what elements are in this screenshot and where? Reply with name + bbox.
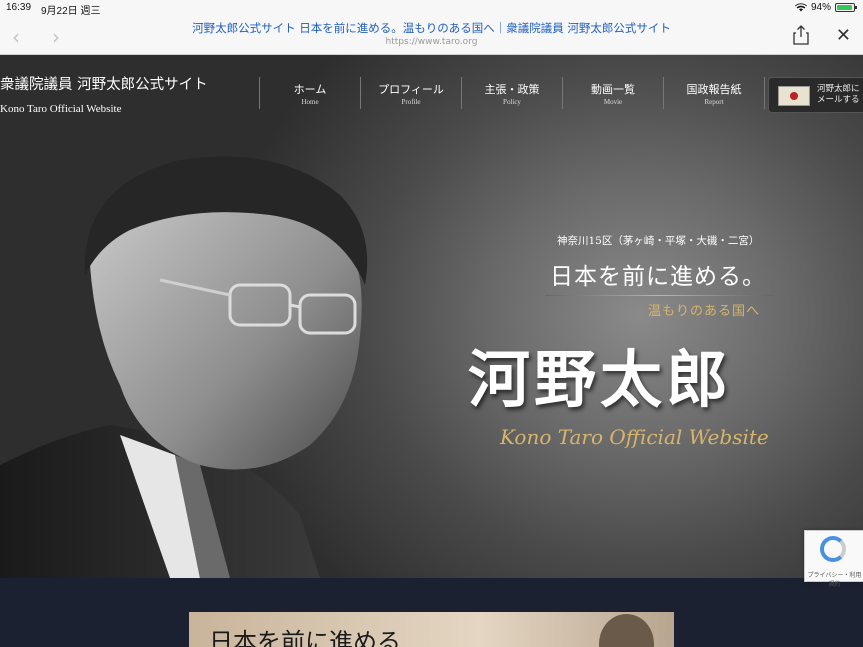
nav-report[interactable]: 国政報告紙 Report xyxy=(663,77,765,109)
banner-photo xyxy=(599,614,654,647)
close-icon[interactable]: ✕ xyxy=(836,25,851,46)
site-title[interactable]: 衆議院議員 河野太郎公式サイト xyxy=(0,73,208,94)
recaptcha-icon xyxy=(820,536,846,562)
main-nav: ホーム Home プロフィール Profile 主張・政策 Policy 動画一覧 Mo… xyxy=(259,77,765,109)
nav-sublabel: Home xyxy=(301,98,319,106)
nav-label: 動画一覧 xyxy=(591,83,635,96)
status-bar: 16:39 9月22日 週三 94% xyxy=(0,0,863,17)
hero-subslogan: 温もりのある国へ xyxy=(648,304,761,319)
website: 衆議院議員 河野太郎公式サイト Kono Taro Official Websi… xyxy=(0,55,863,647)
battery-level xyxy=(837,5,853,10)
nav-sublabel: Policy xyxy=(503,98,521,106)
slogan-banner[interactable]: 日本を前に進める xyxy=(189,612,674,647)
site-subtitle: Kono Taro Official Website xyxy=(0,103,122,115)
wifi-icon xyxy=(794,3,807,12)
nav-sublabel: Profile xyxy=(401,98,421,106)
nav-policy[interactable]: 主張・政策 Policy xyxy=(461,77,562,109)
nav-profile[interactable]: プロフィール Profile xyxy=(360,77,461,109)
recaptcha-label[interactable]: プライバシー・利用規約 xyxy=(805,570,863,588)
gold-divider xyxy=(545,295,773,296)
nav-home[interactable]: ホーム Home xyxy=(259,77,360,109)
battery-icon xyxy=(835,3,857,12)
browser-bar: ‹ › 河野太郎公式サイト 日本を前に進める。温もりのある国へ｜衆議院議員 河野… xyxy=(0,17,863,55)
nav-sublabel: Report xyxy=(704,98,724,106)
hero-slogan: 日本を前に進める。 xyxy=(550,264,766,290)
nav-label: 主張・政策 xyxy=(484,83,540,96)
nav-label: 国政報告紙 xyxy=(686,83,742,96)
status-time: 16:39 xyxy=(6,2,32,13)
hero-district: 神奈川15区（茅ヶ崎・平塚・大磯・二宮） xyxy=(557,235,760,247)
hero-english-title: Kono Taro Official Website xyxy=(500,425,769,449)
mail-button-label: 河野太郎に メールする xyxy=(817,84,860,105)
portrait-image xyxy=(0,156,368,578)
banner-text: 日本を前に進める xyxy=(209,628,401,647)
hero: 衆議院議員 河野太郎公式サイト Kono Taro Official Websi… xyxy=(0,55,863,578)
content-section: 日本を前に進める xyxy=(0,578,863,647)
share-icon[interactable] xyxy=(793,25,809,45)
page-url: https://www.taro.org xyxy=(385,37,478,47)
status-date: 9月22日 週三 xyxy=(41,6,101,17)
nav-movie[interactable]: 動画一覧 Movie xyxy=(562,77,663,109)
recaptcha-badge[interactable]: プライバシー・利用規約 xyxy=(804,530,863,588)
status-right: 94% xyxy=(794,2,857,13)
hero-name: 河野太郎 xyxy=(468,343,733,416)
mail-button[interactable]: 河野太郎に メールする xyxy=(768,77,863,113)
nav-sublabel: Movie xyxy=(603,98,623,106)
page-title: 河野太郎公式サイト 日本を前に進める。温もりのある国へ｜衆議院議員 河野太郎公式… xyxy=(192,21,671,35)
nav-label: プロフィール xyxy=(378,83,444,96)
battery-percent: 94% xyxy=(810,2,831,13)
nav-label: ホーム xyxy=(293,83,327,96)
envelope-icon xyxy=(778,86,810,106)
